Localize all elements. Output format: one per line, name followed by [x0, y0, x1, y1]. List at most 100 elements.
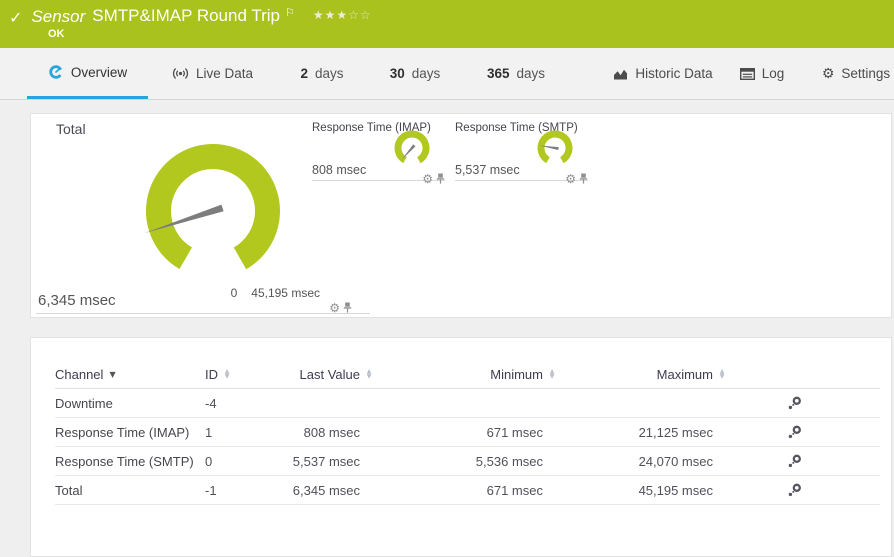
- stars-empty[interactable]: ☆☆: [348, 8, 372, 22]
- table-row-total: Total -1 6,345 msec 671 msec 45,195 msec: [55, 476, 880, 505]
- sort-icon: ▲ ▼: [719, 368, 725, 380]
- smtp-gauge-card: Response Time (SMTP) 5,537 msec ⚙: [455, 122, 588, 185]
- tab-label: Live Data: [195, 66, 254, 81]
- total-gauge: [144, 144, 280, 278]
- channel-last-value: 5,537 msec: [292, 453, 360, 469]
- tab-bar: Overview Live Data 2 days 30 days 365 da…: [0, 48, 894, 100]
- table-row-imap: Response Time (IMAP) 1 808 msec 671 msec…: [55, 418, 880, 447]
- channel-id: 0: [205, 453, 213, 469]
- gauge-max-label: 45,195 msec: [251, 286, 320, 300]
- column-header-last-value[interactable]: Last Value ▲ ▼: [265, 367, 374, 382]
- stars-filled[interactable]: ★★★: [313, 8, 348, 22]
- gauge-current-value: 6,345 msec: [38, 292, 116, 309]
- status-badge: OK: [48, 28, 65, 40]
- table-row-smtp: Response Time (SMTP) 0 5,537 msec 5,536 …: [55, 447, 880, 476]
- table-row-downtime: Downtime -4: [55, 389, 880, 418]
- column-header-label: Maximum: [656, 366, 713, 382]
- channel-maximum: 24,070 msec: [638, 453, 713, 469]
- table-header-row: Channel ▼ ID ▲ ▼ Last Value ▲ ▼ Minimum ▲ ▼…: [55, 360, 880, 389]
- gauge-current-value: 808 msec: [312, 163, 367, 177]
- channel-name: Response Time (SMTP): [55, 453, 194, 469]
- priority-stars[interactable]: ★★★☆☆: [313, 8, 372, 22]
- tab-historic-data[interactable]: Historic Data: [607, 48, 719, 99]
- column-header-channel[interactable]: Channel ▼: [55, 367, 205, 382]
- channel-edit-icon[interactable]: [787, 483, 802, 497]
- gauges-panel: Total 6,345 msec 0 45,195 msec ⚙ Respons…: [30, 113, 892, 318]
- channel-edit-icon[interactable]: [787, 454, 802, 468]
- gear-icon[interactable]: ⚙: [565, 173, 576, 185]
- channel-name: Downtime: [55, 395, 113, 411]
- channel-edit-icon[interactable]: [787, 396, 802, 410]
- channel-name: Response Time (IMAP): [55, 424, 190, 440]
- column-header-maximum[interactable]: Maximum ▲ ▼: [557, 367, 727, 382]
- sort-icon: ▲ ▼: [549, 368, 555, 380]
- gear-icon: ⚙: [821, 65, 835, 82]
- tab-overview[interactable]: Overview: [27, 48, 148, 99]
- imap-gauge: [394, 130, 430, 166]
- gauge-title: Total: [56, 121, 86, 137]
- channels-panel: Channel ▼ ID ▲ ▼ Last Value ▲ ▼ Minimum ▲ ▼…: [30, 337, 892, 557]
- channel-id: -4: [205, 395, 217, 411]
- area-chart-icon: [614, 69, 628, 80]
- tab-label: days: [411, 66, 441, 81]
- tab-30-days[interactable]: 30 days: [377, 48, 453, 99]
- gauge-min-label: 0: [230, 286, 238, 300]
- tab-label: Settings: [841, 66, 891, 81]
- sensor-title: SMTP&IMAP Round Trip: [92, 6, 280, 25]
- tab-label: Log: [761, 66, 785, 81]
- pin-icon[interactable]: [436, 173, 445, 184]
- sorted-desc-icon: ▼: [109, 369, 116, 379]
- channel-last-value: 6,345 msec: [292, 482, 360, 498]
- flag-icon[interactable]: ⚐: [285, 6, 295, 19]
- tab-settings[interactable]: ⚙ Settings: [818, 48, 894, 99]
- gauge-actions: ⚙: [422, 173, 445, 185]
- channel-name: Total: [55, 482, 83, 498]
- column-header-label: Last Value: [299, 366, 360, 382]
- tab-label: Overview: [70, 64, 128, 80]
- channel-minimum: 671 msec: [486, 482, 543, 498]
- pin-icon[interactable]: [579, 173, 588, 184]
- column-header-label: Minimum: [490, 366, 543, 382]
- gauge-actions: ⚙: [329, 302, 352, 314]
- sensor-title-row: ✓ Sensor SMTP&IMAP Round Trip ⚐ ★★★☆☆: [0, 0, 894, 27]
- status-check-icon: ✓: [9, 8, 23, 27]
- column-header-label: ID: [205, 366, 218, 382]
- tab-number: 30: [389, 66, 405, 81]
- tab-live-data[interactable]: Live Data: [160, 48, 265, 99]
- gauge-actions: ⚙: [565, 173, 588, 185]
- column-header-id[interactable]: ID ▲ ▼: [205, 367, 265, 382]
- prtg-sensor-page: { "colors": { "header_green": "#a9c21d",…: [0, 0, 894, 557]
- pin-icon[interactable]: [343, 302, 352, 313]
- log-list-icon: [739, 67, 755, 80]
- live-icon: [172, 68, 188, 79]
- gear-icon[interactable]: ⚙: [329, 302, 340, 314]
- tab-log[interactable]: Log: [728, 48, 796, 99]
- channels-table: Channel ▼ ID ▲ ▼ Last Value ▲ ▼ Minimum ▲ ▼…: [42, 360, 880, 505]
- channel-maximum: 21,125 msec: [638, 424, 713, 440]
- column-header-minimum[interactable]: Minimum ▲ ▼: [374, 367, 557, 382]
- channel-maximum: 45,195 msec: [638, 482, 713, 498]
- sort-icon: ▲ ▼: [224, 368, 230, 380]
- sensor-status-header: ✓ Sensor SMTP&IMAP Round Trip ⚐ ★★★☆☆ OK: [0, 0, 894, 48]
- tab-2-days[interactable]: 2 days: [288, 48, 356, 99]
- imap-gauge-card: Response Time (IMAP) 808 msec ⚙: [312, 122, 445, 185]
- column-header-label: Channel: [55, 366, 104, 382]
- channel-id: 1: [205, 424, 213, 440]
- channel-id: -1: [205, 482, 217, 498]
- tab-number: 2: [300, 66, 308, 81]
- tab-number: 365: [486, 66, 510, 81]
- gauge-icon: [49, 65, 63, 79]
- smtp-gauge: [537, 130, 573, 166]
- gauge-current-value: 5,537 msec: [455, 163, 520, 177]
- tab-label: Historic Data: [635, 66, 713, 81]
- channel-edit-icon[interactable]: [787, 425, 802, 439]
- channel-minimum: 671 msec: [486, 424, 543, 440]
- object-kind-label: Sensor: [31, 7, 86, 26]
- gear-icon[interactable]: ⚙: [422, 173, 433, 185]
- tab-label: days: [314, 66, 344, 81]
- channel-last-value: 808 msec: [303, 424, 360, 440]
- tab-365-days[interactable]: 365 days: [474, 48, 558, 99]
- tab-label: days: [516, 66, 546, 81]
- sort-icon: ▲ ▼: [366, 368, 372, 380]
- channel-minimum: 5,536 msec: [475, 453, 543, 469]
